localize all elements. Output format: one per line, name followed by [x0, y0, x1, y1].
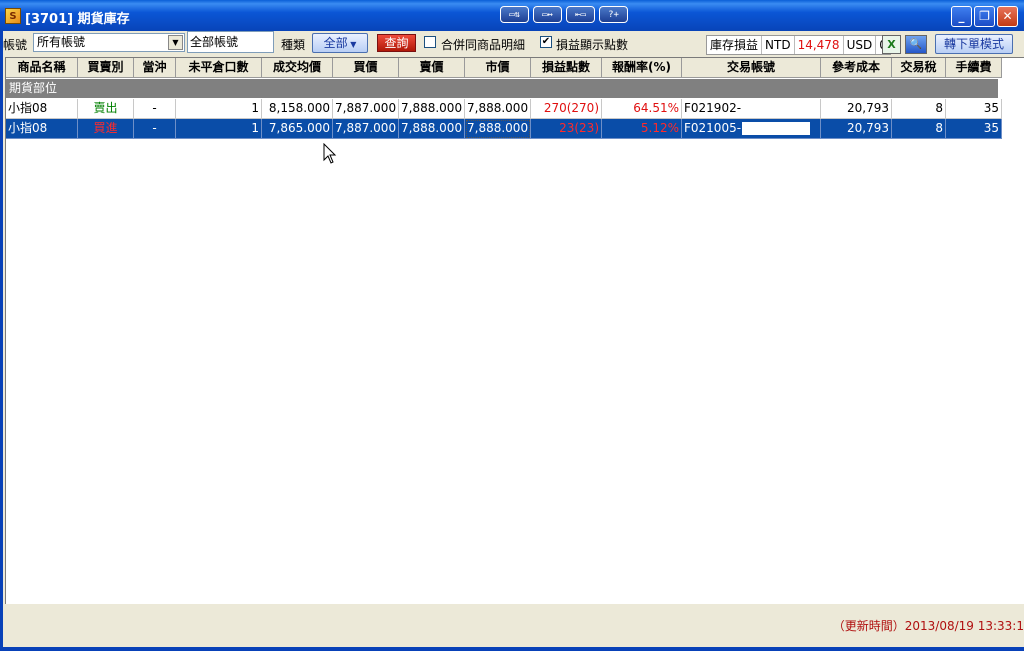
col-avg-price[interactable]: 成交均價: [262, 58, 333, 78]
cell-account: F021005-: [682, 119, 821, 139]
account-number: F021005-: [684, 121, 742, 135]
type-dropdown-button[interactable]: 全部 ▼: [312, 33, 368, 53]
title-bar: S [3701] 期貨庫存 ▭⇅ ▭↔ ⇤▭ ?+ _ ❐ ✕: [0, 0, 1024, 31]
account-name-field[interactable]: 全部帳號: [187, 31, 274, 53]
group-header-futures: 期貨部位: [6, 79, 998, 98]
col-open-qty[interactable]: 未平倉口數: [176, 58, 262, 78]
update-time-status: （更新時間）2013/08/19 13:33:1: [832, 619, 1024, 633]
cell-ask: 7,888.000: [399, 99, 465, 119]
account-label: 帳號: [3, 38, 28, 52]
chevron-down-icon[interactable]: ▼: [168, 35, 183, 50]
col-return-pct[interactable]: 報酬率(%): [602, 58, 682, 78]
dock-button[interactable]: ⇤▭: [566, 6, 595, 23]
help-button[interactable]: ?+: [599, 6, 628, 23]
ntd-value: 14,478: [795, 36, 844, 54]
title-toolbar: ▭⇅ ▭↔ ⇤▭ ?+: [500, 6, 628, 23]
type-dropdown-value: 全部: [323, 36, 348, 50]
filter-toolbar: 帳號 所有帳號 ▼ 全部帳號 種類 全部 ▼ 查詢 合併同商品明細 ✔ 損益顯示…: [0, 31, 1024, 56]
cell-market: 7,888.000: [465, 119, 531, 139]
caret-down-icon: ▼: [347, 40, 357, 49]
cell-pnl-points: 270(270): [531, 99, 602, 119]
minimize-button[interactable]: _: [951, 6, 972, 27]
pnl-label: 庫存損益: [707, 36, 763, 54]
cell-tax: 8: [892, 99, 946, 119]
cell-daytrade: -: [134, 119, 176, 139]
cell-bid: 7,887.000: [333, 99, 399, 119]
cell-side: 賣出: [78, 99, 134, 119]
cell-ref-cost: 20,793: [821, 119, 892, 139]
col-fee[interactable]: 手續費: [946, 58, 1002, 78]
cell-product: 小指08: [6, 99, 78, 119]
app-icon: S: [5, 8, 21, 24]
cell-open-qty: 1: [176, 119, 262, 139]
col-market[interactable]: 市價: [465, 58, 531, 78]
col-ask[interactable]: 賣價: [399, 58, 465, 78]
window-frame-bottom: [0, 647, 1024, 651]
account-select[interactable]: 所有帳號 ▼: [33, 33, 185, 52]
mouse-cursor-icon: [323, 143, 337, 164]
redaction-mask: [742, 102, 805, 115]
query-button[interactable]: 查詢: [377, 34, 416, 52]
show-points-checkbox[interactable]: ✔: [540, 36, 552, 48]
cell-account: F021902-: [682, 99, 821, 119]
cell-ref-cost: 20,793: [821, 99, 892, 119]
grid-header: 商品名稱 買賣別 當沖 未平倉口數 成交均價 買價 賣價 市價 損益點數 報酬率…: [6, 58, 1002, 78]
window-frame-left: [0, 31, 3, 651]
cell-pnl-points: 23(23): [531, 119, 602, 139]
layout-horizontal-button[interactable]: ▭↔: [533, 6, 562, 23]
inventory-pnl-summary: 庫存損益 NTD 14,478 USD 0: [706, 35, 891, 55]
excel-export-icon[interactable]: X: [882, 35, 901, 54]
search-icon[interactable]: 🔍: [905, 35, 927, 54]
window-title: [3701] 期貨庫存: [25, 12, 130, 27]
type-label: 種類: [281, 38, 306, 52]
cell-avg-price: 7,865.000: [262, 119, 333, 139]
redaction-mask: [742, 122, 811, 135]
col-daytrade[interactable]: 當沖: [134, 58, 176, 78]
account-select-value: 所有帳號: [37, 35, 86, 49]
cell-side: 買進: [78, 119, 134, 139]
cell-tax: 8: [892, 119, 946, 139]
cell-product: 小指08: [6, 119, 78, 139]
layout-vertical-button[interactable]: ▭⇅: [500, 6, 529, 23]
col-pnl-points[interactable]: 損益點數: [531, 58, 602, 78]
usd-label: USD: [844, 36, 877, 54]
cell-ask: 7,888.000: [399, 119, 465, 139]
col-side[interactable]: 買賣別: [78, 58, 134, 78]
inventory-grid: 商品名稱 買賣別 當沖 未平倉口數 成交均價 買價 賣價 市價 損益點數 報酬率…: [5, 57, 1024, 604]
cell-fee: 35: [946, 119, 1002, 139]
window-controls: _ ❐ ✕: [951, 6, 1018, 27]
cell-open-qty: 1: [176, 99, 262, 119]
cell-bid: 7,887.000: [333, 119, 399, 139]
table-row[interactable]: 小指08 賣出 - 1 8,158.000 7,887.000 7,888.00…: [6, 99, 1002, 119]
table-row-selected[interactable]: 小指08 買進 - 1 7,865.000 7,887.000 7,888.00…: [6, 119, 1002, 139]
cell-market: 7,888.000: [465, 99, 531, 119]
col-tax[interactable]: 交易稅: [892, 58, 946, 78]
col-product[interactable]: 商品名稱: [6, 58, 78, 78]
col-account[interactable]: 交易帳號: [682, 58, 821, 78]
cell-avg-price: 8,158.000: [262, 99, 333, 119]
cell-fee: 35: [946, 99, 1002, 119]
close-button[interactable]: ✕: [997, 6, 1018, 27]
cell-return-pct: 5.12%: [602, 119, 682, 139]
cell-return-pct: 64.51%: [602, 99, 682, 119]
account-number: F021902-: [684, 101, 742, 115]
merge-checkbox[interactable]: [424, 36, 436, 48]
order-mode-button[interactable]: 轉下單模式: [935, 34, 1013, 54]
col-ref-cost[interactable]: 參考成本: [821, 58, 892, 78]
maximize-button[interactable]: ❐: [974, 6, 995, 27]
cell-daytrade: -: [134, 99, 176, 119]
merge-label: 合併同商品明細: [441, 38, 526, 52]
show-points-label: 損益顯示點數: [556, 38, 629, 52]
ntd-label: NTD: [762, 36, 795, 54]
col-bid[interactable]: 買價: [333, 58, 399, 78]
